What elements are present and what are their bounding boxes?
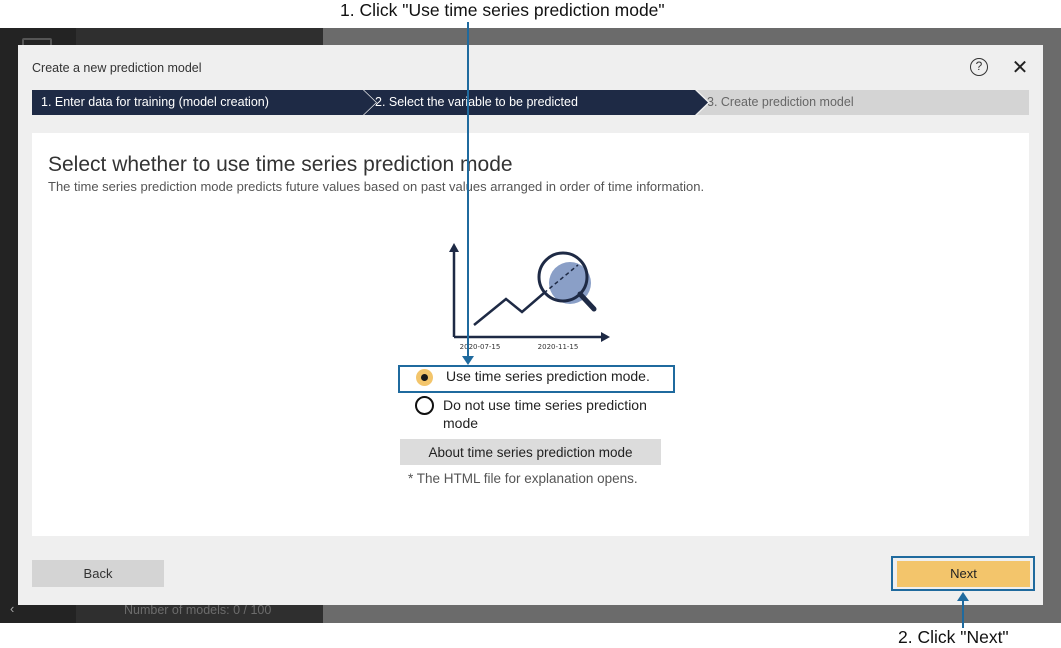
step-1: 1. Enter data for training (model creati… xyxy=(32,90,376,115)
models-count: Number of models: 0 / 100 xyxy=(124,603,272,617)
chart-date-left: 2020-07-15 xyxy=(460,343,501,351)
annotation-arrow-down-icon xyxy=(462,356,474,365)
page-description: The time series prediction mode predicts… xyxy=(48,179,705,194)
annotation-highlight-option xyxy=(398,365,675,393)
explanation-note: * The HTML file for explanation opens. xyxy=(408,471,638,486)
time-series-chart-illustration: 2020-07-15 2020-11-15 xyxy=(449,243,610,351)
dialog-title: Create a new prediction model xyxy=(32,61,202,75)
content-panel: Select whether to use time series predic… xyxy=(32,133,1029,536)
chart-date-right: 2020-11-15 xyxy=(538,343,579,351)
back-button[interactable]: Back xyxy=(32,560,164,587)
annotation-pointer-1 xyxy=(467,22,469,361)
radio-unselected-icon[interactable] xyxy=(415,396,434,415)
create-model-dialog: Create a new prediction model ? ✕ 1. Ent… xyxy=(18,45,1043,605)
help-icon[interactable]: ? xyxy=(970,58,988,76)
annotation-pointer-2 xyxy=(962,600,964,628)
annotation-step-2: 2. Click "Next" xyxy=(898,627,1009,647)
option-no-time-series[interactable]: Do not use time series prediction mode xyxy=(415,396,673,432)
step-3: 3. Create prediction model xyxy=(697,90,1029,115)
step-2: 2. Select the variable to be predicted xyxy=(364,90,708,115)
page-heading: Select whether to use time series predic… xyxy=(48,153,513,176)
annotation-highlight-next xyxy=(891,556,1035,591)
option-label: Do not use time series prediction mode xyxy=(443,397,647,431)
collapse-chevron-icon[interactable]: ‹ xyxy=(10,601,14,616)
about-time-series-button[interactable]: About time series prediction mode xyxy=(400,439,661,465)
annotation-step-1: 1. Click "Use time series prediction mod… xyxy=(340,0,665,20)
step-indicator: 1. Enter data for training (model creati… xyxy=(18,90,1043,115)
close-icon[interactable]: ✕ xyxy=(1011,55,1029,80)
